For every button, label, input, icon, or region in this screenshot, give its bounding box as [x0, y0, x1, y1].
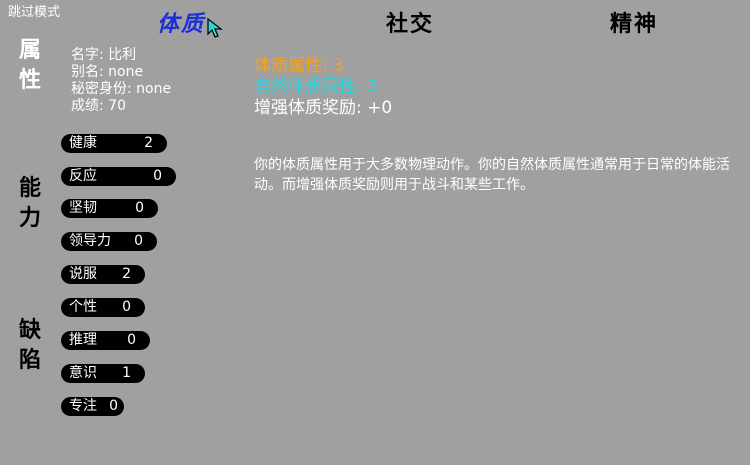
- character-secret-identity: 秘密身份: none: [71, 81, 172, 97]
- skill-personality[interactable]: 个性 0: [61, 298, 145, 317]
- character-info: 名字: 比利 别名: none 秘密身份: none 成绩: 70: [71, 47, 171, 115]
- tab-physical[interactable]: 体质: [157, 6, 205, 38]
- skill-name: 意识: [69, 365, 97, 381]
- natural-physical-attribute: 自然体质属性: 3: [254, 77, 378, 97]
- skill-value: 0: [127, 332, 136, 348]
- skill-awareness[interactable]: 意识 1: [61, 364, 145, 383]
- skill-name: 领导力: [69, 233, 111, 249]
- skill-name: 专注: [69, 398, 97, 414]
- skill-reasoning[interactable]: 推理 0: [61, 331, 150, 350]
- attribute-description: 你的体质属性用于大多数物理动作。你的自然体质属性通常用于日常的体能活动。而增强体…: [254, 157, 730, 193]
- character-name: 名字: 比利: [71, 47, 137, 63]
- skill-name: 健康: [69, 135, 97, 151]
- character-alias: 别名: none: [71, 64, 144, 80]
- stats-panel: 体质属性: 3 自然体质属性: 3 增强体质奖励: +0: [254, 56, 734, 119]
- skill-value: 0: [134, 233, 143, 249]
- skill-reaction[interactable]: 反应 0: [61, 167, 176, 186]
- skill-persuasion[interactable]: 说服 2: [61, 265, 145, 284]
- section-label-char: 能: [18, 176, 41, 201]
- skill-name: 说服: [69, 266, 97, 282]
- character-achievement: 成绩: 70: [71, 98, 126, 114]
- section-label-flaws[interactable]: 缺 陷: [16, 316, 44, 376]
- section-label-char: 缺: [18, 318, 41, 343]
- skill-name: 反应: [69, 168, 97, 184]
- physical-bonus: 增强体质奖励: +0: [254, 98, 393, 118]
- skill-focus[interactable]: 专注 0: [61, 397, 124, 416]
- skill-toughness[interactable]: 坚韧 0: [61, 199, 158, 218]
- section-label-char: 力: [18, 206, 41, 231]
- skill-name: 坚韧: [69, 200, 97, 216]
- skill-value: 2: [122, 266, 131, 282]
- skill-value: 0: [122, 299, 131, 315]
- skill-leadership[interactable]: 领导力 0: [61, 232, 157, 251]
- skill-value: 2: [144, 135, 153, 151]
- tab-mental[interactable]: 精神: [610, 6, 658, 38]
- skip-mode-button[interactable]: 跳过模式: [8, 1, 60, 20]
- skill-health[interactable]: 健康 2: [61, 134, 167, 153]
- skill-value: 0: [153, 168, 162, 184]
- section-label-attributes: 属 性: [16, 36, 44, 96]
- mouse-cursor-icon: [207, 18, 223, 38]
- section-label-char: 性: [18, 68, 41, 93]
- physical-attribute: 体质属性: 3: [254, 56, 344, 76]
- section-label-char: 陷: [18, 348, 41, 373]
- section-label-abilities[interactable]: 能 力: [16, 174, 44, 234]
- skill-name: 个性: [69, 299, 97, 315]
- tab-social[interactable]: 社交: [386, 6, 434, 38]
- skill-name: 推理: [69, 332, 97, 348]
- skill-value: 0: [109, 398, 118, 414]
- skill-value: 1: [122, 365, 131, 381]
- section-label-char: 属: [18, 38, 41, 63]
- skill-value: 0: [135, 200, 144, 216]
